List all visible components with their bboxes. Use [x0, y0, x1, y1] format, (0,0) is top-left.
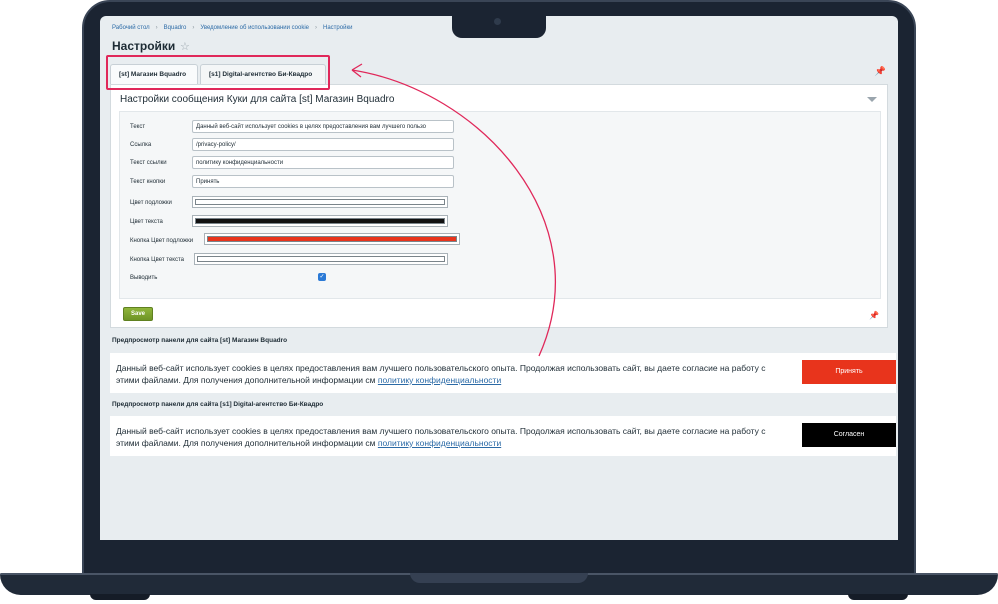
label-link-text: Текст ссылки — [130, 160, 167, 166]
breadcrumb-item-bquadro[interactable]: Bquadro — [164, 25, 187, 31]
breadcrumb-item-cookie[interactable]: Уведомление об использовании cookie — [200, 25, 309, 31]
accept-button-s1[interactable]: Согласен — [802, 423, 896, 447]
text-field[interactable]: Данный веб-сайт использует cookies в цел… — [192, 120, 454, 133]
breadcrumb: Рабочий стол › Bquadro › Уведомление об испо… — [112, 25, 353, 31]
label-bg-color: Цвет подложки — [130, 200, 172, 206]
pin-icon[interactable]: 📌 — [869, 311, 879, 320]
laptop-foot-left — [90, 594, 150, 600]
preview-text-st: Данный веб-сайт использует cookies в цел… — [116, 362, 786, 386]
camera-icon — [494, 18, 501, 25]
label-button-text: Текст кнопки — [130, 179, 166, 185]
pin-icon[interactable]: 📌 — [875, 66, 886, 77]
page-title: Настройки — [112, 39, 176, 53]
laptop-foot-right — [848, 594, 908, 600]
settings-form: Текст Данный веб-сайт использует cookies… — [119, 111, 881, 299]
privacy-link-st[interactable]: политику конфиденциальности — [378, 375, 501, 385]
accept-button-st[interactable]: Принять — [802, 360, 896, 384]
label-link: Ссылка — [130, 142, 152, 148]
button-bg-color-swatch — [207, 236, 457, 242]
text-color-swatch — [195, 218, 445, 224]
label-show: Выводить — [130, 275, 158, 281]
privacy-link-s1[interactable]: политику конфиденциальности — [378, 438, 501, 448]
breadcrumb-item-settings[interactable]: Настройки — [323, 25, 352, 31]
link-text-field[interactable]: политику конфиденциальности — [192, 156, 454, 169]
bg-color-swatch — [195, 199, 445, 205]
laptop-base-notch — [410, 573, 588, 583]
settings-panel: Настройки сообщения Куки для сайта [st] … — [110, 84, 888, 328]
save-button[interactable]: Save — [123, 307, 153, 321]
link-field[interactable]: /privacy-policy/ — [192, 138, 454, 151]
preview-heading-s1: Предпросмотр панели для сайта [s1] Digit… — [112, 401, 324, 408]
star-icon[interactable]: ☆ — [180, 40, 190, 53]
show-checkbox[interactable]: ✓ — [318, 273, 326, 281]
breadcrumb-item-desktop[interactable]: Рабочий стол — [112, 25, 150, 31]
screen: Рабочий стол › Bquadro › Уведомление об испо… — [100, 16, 898, 540]
label-text: Текст — [130, 124, 146, 130]
tabs-highlight-box — [106, 55, 330, 90]
text-color-picker[interactable] — [192, 215, 448, 227]
label-button-bg-color: Кнопка Цвет подложки — [130, 238, 194, 244]
label-button-text-color: Кнопка Цвет текста — [130, 257, 184, 263]
button-bg-color-picker[interactable] — [204, 233, 460, 245]
label-text-color: Цвет текста — [130, 219, 163, 225]
button-text-field[interactable]: Принять — [192, 175, 454, 188]
preview-text-s1: Данный веб-сайт использует cookies в цел… — [116, 425, 786, 449]
panel-title: Настройки сообщения Куки для сайта [st] … — [120, 94, 395, 105]
preview-bar-st: Данный веб-сайт использует cookies в цел… — [110, 353, 896, 393]
preview-heading-st: Предпросмотр панели для сайта [st] Магаз… — [112, 337, 288, 344]
button-text-color-swatch — [197, 256, 445, 262]
button-text-color-picker[interactable] — [194, 253, 448, 265]
preview-bar-s1: Данный веб-сайт использует cookies в цел… — [110, 416, 896, 456]
collapse-icon[interactable] — [867, 97, 877, 102]
bg-color-picker[interactable] — [192, 196, 448, 208]
